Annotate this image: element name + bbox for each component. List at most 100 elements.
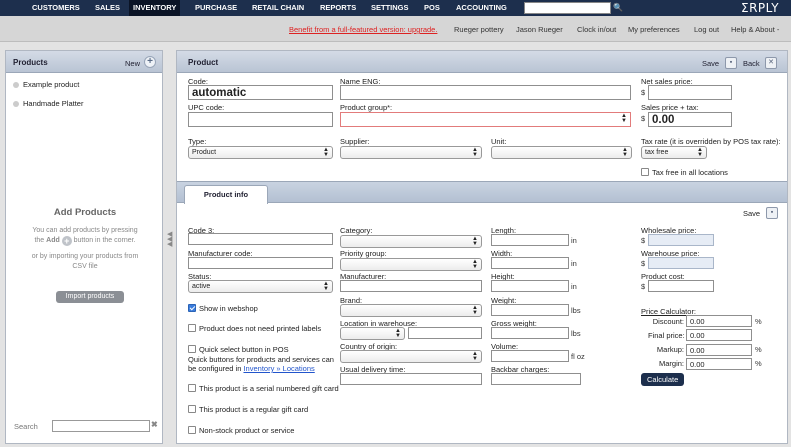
import-products-button[interactable]: Import products bbox=[56, 291, 124, 303]
user-link[interactable]: Jason Rueger bbox=[516, 25, 563, 34]
nav-purchase[interactable]: PURCHASE bbox=[195, 0, 237, 16]
unit-in: in bbox=[571, 236, 577, 245]
discount-field[interactable]: 0.00 bbox=[686, 315, 752, 327]
global-search-input[interactable] bbox=[524, 2, 611, 14]
info-save-button[interactable]: Save bbox=[743, 209, 760, 218]
tax-rate-label: Tax rate (it is overridden by POS tax ra… bbox=[641, 137, 781, 146]
quick-note: Quick buttons for products and services … bbox=[188, 355, 334, 364]
supplier-select[interactable]: ▲ ▼ bbox=[340, 146, 482, 159]
search-icon[interactable]: 🔍 bbox=[612, 2, 624, 14]
final-price-field[interactable]: 0.00 bbox=[686, 329, 752, 341]
percent-label: % bbox=[755, 345, 762, 354]
nav-customers[interactable]: CUSTOMERS bbox=[32, 0, 80, 16]
location-select[interactable]: ▲ ▼ bbox=[340, 327, 405, 340]
nav-settings[interactable]: SETTINGS bbox=[371, 0, 409, 16]
height-field[interactable] bbox=[491, 280, 569, 292]
non-stock-checkbox[interactable] bbox=[188, 426, 196, 434]
add-products-text: the Add + button in the corner. bbox=[34, 236, 136, 246]
nav-pos[interactable]: POS bbox=[424, 0, 440, 16]
serial-gift-checkbox[interactable] bbox=[188, 384, 196, 392]
regular-gift-checkbox[interactable] bbox=[188, 405, 196, 413]
manufacturer-field[interactable] bbox=[340, 280, 482, 292]
collapse-panel-icon[interactable]: ◀ ◀ ◀ bbox=[167, 231, 172, 248]
product-search-input[interactable] bbox=[52, 420, 150, 432]
add-product-plus-icon[interactable]: + bbox=[144, 56, 156, 68]
weight-field[interactable] bbox=[491, 304, 569, 316]
clear-icon[interactable]: ✖ bbox=[151, 420, 158, 429]
markup-field[interactable]: 0.00 bbox=[686, 344, 752, 356]
new-product-button[interactable]: New bbox=[125, 59, 140, 68]
quick-note: be configured in Inventory » Locations bbox=[188, 364, 315, 373]
show-webshop-checkbox[interactable] bbox=[188, 304, 196, 312]
sales-price-tax-field[interactable]: 0.00 bbox=[648, 112, 732, 127]
show-webshop-label: Show in webshop bbox=[199, 304, 258, 313]
no-labels-checkbox[interactable] bbox=[188, 324, 196, 332]
wholesale-price-field[interactable] bbox=[648, 234, 714, 246]
priority-group-select[interactable]: ▲ ▼ bbox=[340, 258, 482, 271]
add-products-hint: Add Products You can add products by pre… bbox=[6, 207, 164, 272]
unit-lbs: lbs bbox=[571, 306, 581, 315]
products-panel: Products New + Example product Handmade … bbox=[5, 50, 163, 444]
no-labels-label: Product does not need printed labels bbox=[199, 324, 322, 333]
nav-reports[interactable]: REPORTS bbox=[320, 0, 356, 16]
close-icon[interactable]: ✕ bbox=[765, 57, 777, 69]
volume-field[interactable] bbox=[491, 350, 569, 362]
unit-in: in bbox=[571, 259, 577, 268]
brand-select[interactable]: ▲ ▼ bbox=[340, 304, 482, 317]
final-price-label: Final price: bbox=[648, 331, 685, 340]
save-icon[interactable]: ▪ bbox=[725, 57, 737, 69]
top-navigation: CUSTOMERS SALES INVENTORY PURCHASE RETAI… bbox=[0, 0, 791, 16]
warehouse-price-field[interactable] bbox=[648, 257, 714, 269]
discount-label: Discount: bbox=[652, 317, 684, 326]
save-button[interactable]: Save bbox=[702, 59, 719, 68]
tax-rate-select[interactable]: tax free ▲ ▼ bbox=[641, 146, 707, 159]
save-icon[interactable]: ▪ bbox=[766, 207, 778, 219]
unit-select[interactable]: ▲ ▼ bbox=[491, 146, 632, 159]
location-field[interactable] bbox=[408, 327, 482, 339]
back-button[interactable]: Back bbox=[743, 59, 760, 68]
width-field[interactable] bbox=[491, 257, 569, 269]
quick-select-checkbox[interactable] bbox=[188, 345, 196, 353]
country-select[interactable]: ▲ ▼ bbox=[340, 350, 482, 363]
code3-field[interactable] bbox=[188, 233, 333, 245]
my-preferences-link[interactable]: My preferences bbox=[628, 25, 680, 34]
nav-retail-chain[interactable]: RETAIL CHAIN bbox=[252, 0, 304, 16]
list-item[interactable]: Example product bbox=[13, 80, 79, 89]
name-field[interactable] bbox=[340, 85, 631, 100]
calculate-button[interactable]: Calculate bbox=[641, 373, 685, 386]
type-select[interactable]: Product ▲ ▼ bbox=[188, 146, 333, 159]
clock-in-out-link[interactable]: Clock in/out bbox=[577, 25, 616, 34]
code-field[interactable]: automatic bbox=[188, 85, 333, 100]
upc-field[interactable] bbox=[188, 112, 333, 127]
backbar-field[interactable] bbox=[491, 373, 581, 385]
tab-product-info[interactable]: Product info bbox=[184, 185, 268, 204]
help-about-menu[interactable]: Help & About - bbox=[731, 25, 779, 34]
status-select[interactable]: active ▲ ▼ bbox=[188, 280, 333, 293]
length-field[interactable] bbox=[491, 234, 569, 246]
nav-sales[interactable]: SALES bbox=[95, 0, 120, 16]
tax-free-checkbox[interactable] bbox=[641, 168, 649, 176]
nav-accounting[interactable]: ACCOUNTING bbox=[456, 0, 507, 16]
logout-link[interactable]: Log out bbox=[694, 25, 719, 34]
inventory-locations-link[interactable]: Inventory » Locations bbox=[243, 364, 314, 373]
list-item[interactable]: Handmade Platter bbox=[13, 99, 83, 108]
bullet-icon bbox=[13, 82, 19, 88]
currency-label: $ bbox=[641, 259, 646, 268]
margin-field[interactable]: 0.00 bbox=[686, 358, 752, 370]
currency-label: $ bbox=[641, 88, 646, 97]
serial-gift-label: This product is a serial numbered gift c… bbox=[199, 384, 339, 393]
company-link[interactable]: Rueger pottery bbox=[454, 25, 504, 34]
category-select[interactable]: ▲ ▼ bbox=[340, 235, 482, 248]
gross-weight-field[interactable] bbox=[491, 327, 569, 339]
upgrade-link[interactable]: Benefit from a full-featured version: up… bbox=[289, 25, 437, 34]
product-group-select[interactable]: ▲ ▼ bbox=[340, 112, 631, 127]
margin-label: Margin: bbox=[658, 359, 684, 368]
currency-label: $ bbox=[641, 114, 646, 123]
nav-inventory[interactable]: INVENTORY bbox=[129, 0, 181, 16]
currency-label: $ bbox=[641, 236, 646, 245]
net-sales-price-field[interactable] bbox=[648, 85, 732, 100]
delivery-field[interactable] bbox=[340, 373, 482, 385]
product-cost-field[interactable] bbox=[648, 280, 714, 292]
manufacturer-code-field[interactable] bbox=[188, 257, 333, 269]
quick-select-label: Quick select button in POS bbox=[199, 345, 289, 354]
